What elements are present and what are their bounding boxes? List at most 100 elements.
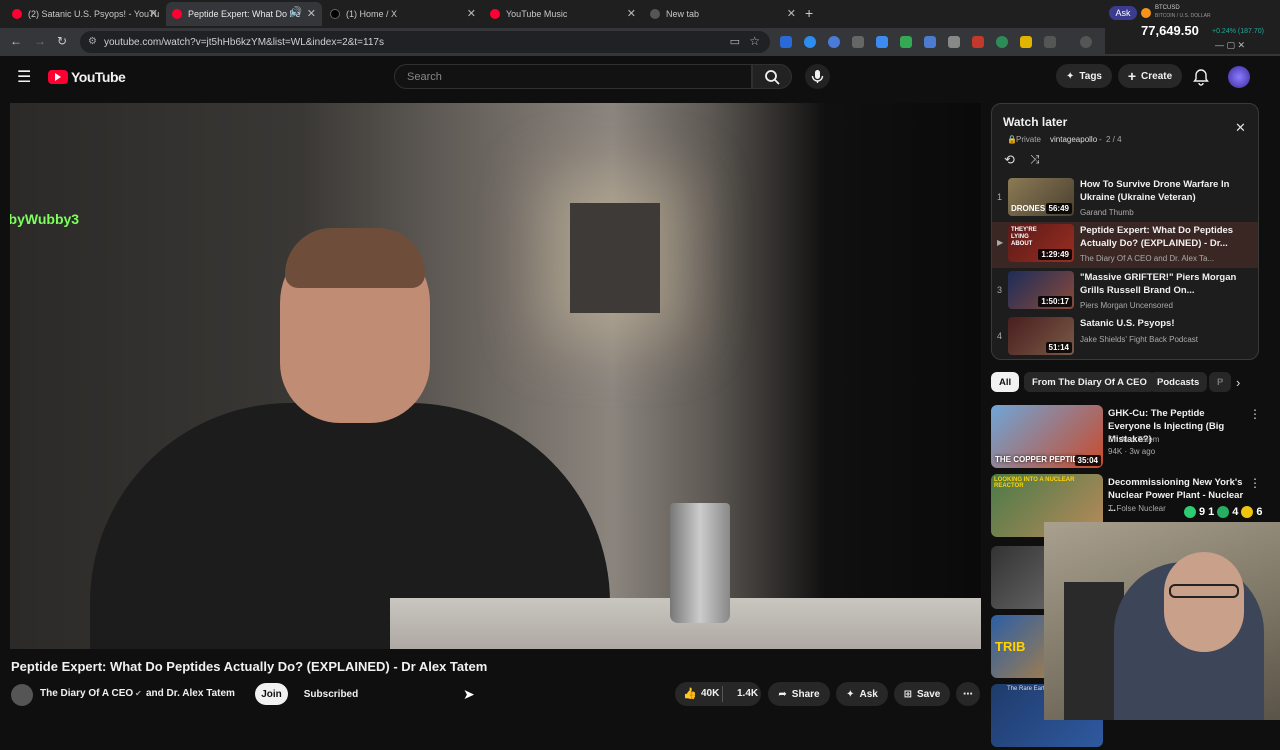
search-button[interactable] [752,64,792,89]
address-bar[interactable]: ⚙ youtube.com/watch?v=jt5hHb6kzYM&list=W… [80,31,770,53]
close-tab-icon[interactable]: ✕ [149,7,158,20]
video-frame-person-hair [285,228,425,288]
playlist-item[interactable]: 1 DRONES 56:49 How To Survive Drone Warf… [992,176,1258,222]
more-vertical-icon[interactable]: ⋮ [1249,476,1261,490]
new-tab-button[interactable]: + [805,5,813,21]
extension-icon[interactable] [996,36,1008,48]
stream-count: 9 [1199,506,1206,518]
extension-icon[interactable] [804,36,816,48]
extension-icon[interactable] [900,36,912,48]
menu-icon[interactable]: ☰ [17,67,31,87]
channel-collaborator[interactable]: and Dr. Alex Tatem [146,688,235,699]
playlist-item-number: 3 [997,285,1003,295]
share-label: Share [791,688,820,700]
webcam-glasses [1169,584,1239,598]
window-controls-icon[interactable]: — ▢ ✕ [1215,40,1245,51]
more-actions-button[interactable]: ⋯ [956,682,980,706]
youtube-logo-text: YouTube [71,69,126,85]
tab-title: (2) Satanic U.S. Psyops! - YouTu [28,9,160,19]
extension-icon[interactable] [924,36,936,48]
playlist-title[interactable]: Watch later [1003,115,1067,129]
search-input[interactable]: Search [394,64,752,89]
forward-icon[interactable]: → [34,34,46,48]
recommended-meta: 94K · 3w ago [1108,447,1156,456]
browser-tab[interactable]: (2) Satanic U.S. Psyops! - YouTu ✕ [6,2,164,26]
back-icon[interactable]: ← [10,34,22,48]
ask-label: Ask [859,688,878,700]
now-playing-icon: ▶ [997,238,1004,247]
share-button[interactable]: ➦ Share [768,682,830,706]
bookmark-star-icon[interactable]: ☆ [749,34,760,48]
extension-icon[interactable] [780,36,792,48]
tab-title: YouTube Music [506,9,568,19]
loop-icon[interactable]: ⟲ [1004,152,1015,168]
chip-all[interactable]: All [991,372,1020,392]
webcam-person-head [1164,552,1244,652]
create-button[interactable]: + Create [1118,64,1182,88]
like-count[interactable]: 40K [701,688,719,699]
close-tab-icon[interactable]: ✕ [787,7,796,20]
video-frame-lamp [570,203,660,313]
chip-podcasts[interactable]: Podcasts [1149,372,1208,392]
join-button[interactable]: Join [255,683,288,705]
stream-badge-icon [1217,506,1230,518]
chevron-right-icon[interactable]: › [1236,375,1240,390]
subscribed-button[interactable]: Subscribed [296,683,366,705]
audio-playing-icon[interactable]: 🔊 [290,7,302,18]
playlist-item-title: How To Survive Drone Warfare In Ukraine … [1080,179,1230,203]
playlist-item-channel: Piers Morgan Uncensored [1080,301,1173,310]
extension-icon[interactable] [876,36,888,48]
shuffle-icon[interactable]: ⤨ [1030,152,1040,167]
voice-search-button[interactable] [805,64,830,89]
extension-icon[interactable] [828,36,840,48]
playlist-item-title: Satanic U.S. Psyops! [1080,318,1175,329]
cast-icon[interactable]: ▭ [730,35,740,48]
close-tab-icon[interactable]: ✕ [627,7,636,20]
playlist-item[interactable]: 3 1:50:17 "Massive GRIFTER!" Piers Morga… [992,269,1258,315]
close-tab-icon[interactable]: ✕ [307,7,316,20]
tags-button[interactable]: ✦ Tags [1056,64,1112,88]
more-vertical-icon[interactable]: ⋮ [1249,407,1261,421]
close-tab-icon[interactable]: ✕ [467,7,476,20]
close-playlist-icon[interactable]: ✕ [1235,120,1246,136]
browser-tab-active[interactable]: Peptide Expert: What Do Pe 🔊 ✕ [166,2,322,26]
thumbs-up-icon[interactable]: 👍 [683,687,697,700]
stream-chat-overlay-name: bbyWubby3 [10,211,80,227]
recommended-channel: Dr. Alex Tatem [1108,435,1160,444]
chip-more[interactable]: P [1209,372,1231,392]
thumbnail-text: LOOKING INTO A NUCLEAR REACTOR [994,477,1075,489]
reload-icon[interactable]: ↻ [57,34,67,48]
account-avatar[interactable] [1228,66,1250,88]
extension-icon[interactable] [1020,36,1032,48]
site-info-icon[interactable]: ⚙ [88,36,97,47]
extensions-puzzle-icon[interactable] [1044,36,1056,48]
price-ticker-widget: Ask BTCUSD BITCOIN / U.S. DOLLAR 77,649.… [1105,2,1280,54]
chip-from-channel[interactable]: From The Diary Of A CEO [1024,372,1155,392]
dislike-count[interactable]: 1.4K [737,688,758,699]
browser-tab[interactable]: YouTube Music ✕ [484,2,642,26]
playlist-item[interactable]: 4 51:14 Satanic U.S. Psyops! Jake Shield… [992,315,1258,359]
extension-icon[interactable] [948,36,960,48]
playlist-item-current[interactable]: ▶ THEY'RE LYING ABOUT 1:29:49 Peptide Ex… [992,222,1258,268]
browser-tab[interactable]: (1) Home / X ✕ [324,2,482,26]
tags-label: Tags [1079,70,1102,82]
recommended-video[interactable]: THE COPPER PEPTIDE 35:04 GHK-Cu: The Pep… [991,405,1271,471]
video-player[interactable]: bbyWubby3 [10,103,981,649]
thumbnail-text: The Rare Earth [1007,686,1049,692]
youtube-logo[interactable]: YouTube [48,69,126,85]
channel-avatar[interactable] [11,684,33,706]
thumbnail-text: DRONES [1011,204,1046,213]
playlist-owner[interactable]: vintageapollo [1050,135,1097,144]
channel-name[interactable]: The Diary Of A CEO [40,688,133,699]
ask-button[interactable]: Ask [1109,6,1137,20]
save-label: Save [917,688,941,700]
notifications-bell-icon[interactable] [1192,68,1210,86]
extension-icon[interactable] [852,36,864,48]
history-icon[interactable] [1080,36,1092,48]
ask-button[interactable]: ✦ Ask [836,682,888,706]
save-button[interactable]: ⊞ Save [894,682,950,706]
playlist-item-thumbnail: 1:50:17 [1008,271,1074,309]
extension-icon[interactable] [972,36,984,48]
browser-tab[interactable]: New tab ✕ [644,2,802,26]
more-horizontal-icon: ⋯ [963,688,973,700]
